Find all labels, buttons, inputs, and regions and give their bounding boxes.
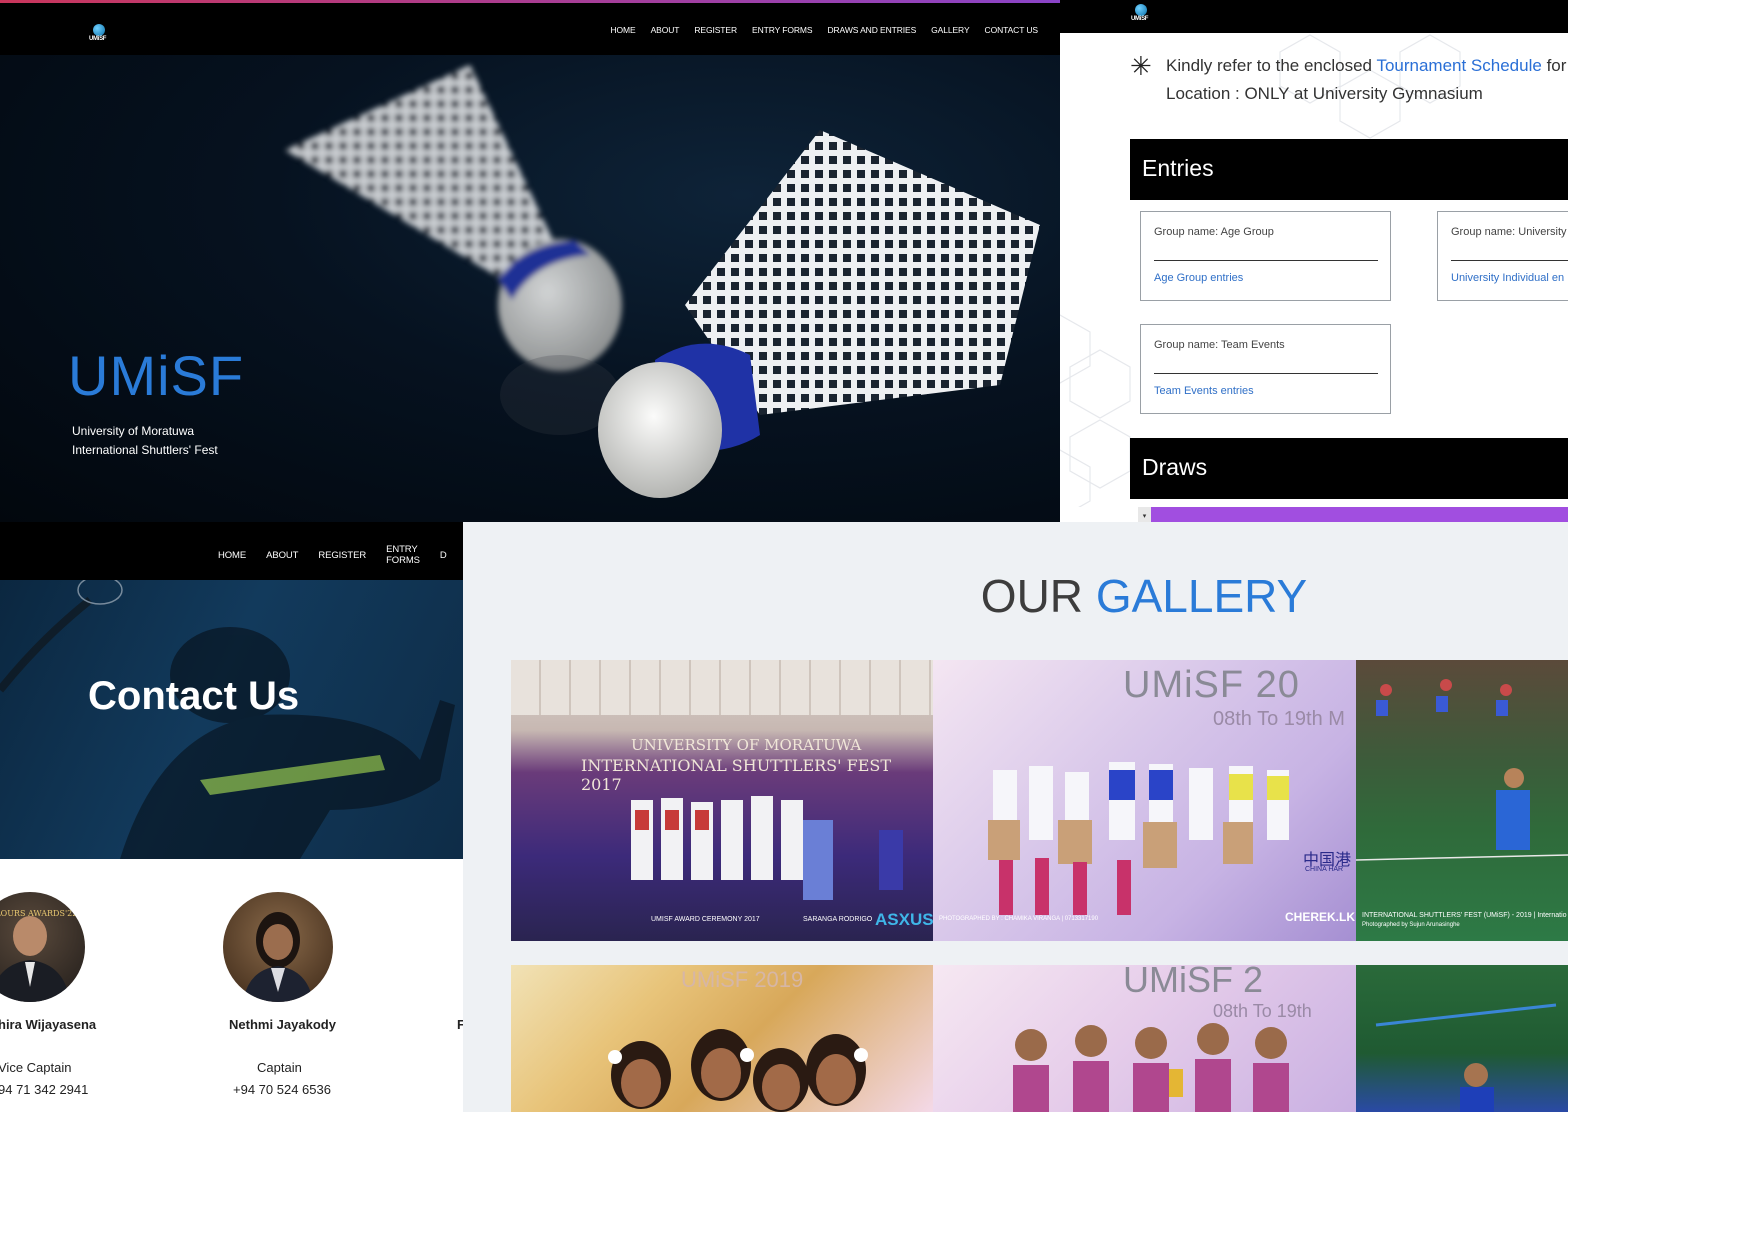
photo-caption: PHOTOGRAPHED BY : CHAMIKA VIRANGA | 0713…	[939, 916, 1099, 922]
gallery-image-court-action[interactable]	[1356, 965, 1568, 1112]
gallery-image-2017-award[interactable]: UNIVERSITY OF MORATUWA INTERNATIONAL SHU…	[511, 660, 933, 941]
banner-text: UMiSF 2	[1123, 965, 1264, 1000]
avatar	[223, 892, 333, 1002]
university-individual-entries-link[interactable]: University Individual en	[1451, 272, 1564, 284]
nav-about[interactable]: ABOUT	[651, 25, 680, 35]
banner-text: 08th To 19th M	[1213, 708, 1345, 730]
asterisk-icon: ✳	[1130, 51, 1152, 81]
contact-us-title: Contact Us	[88, 674, 300, 718]
hero-subtitle-line2: International Shuttlers' Fest	[72, 443, 218, 457]
entry-card-age-group: Group name: Age Group Age Group entries	[1140, 211, 1391, 301]
nav-gallery[interactable]: GALLERY	[931, 25, 969, 35]
nav-draws-and-entries[interactable]: DRAWS AND ENTRIES	[827, 25, 916, 35]
umisf-logo[interactable]: UMiSF	[89, 24, 109, 46]
schedule-notice: Kindly refer to the enclosed Tournament …	[1166, 56, 1566, 76]
purple-footer-strip	[1151, 507, 1568, 522]
colours-awards-badge: COLOURS AWARDS'22	[0, 909, 77, 918]
umisf-logo[interactable]: UMiSF	[1131, 4, 1151, 26]
nav-entry-forms[interactable]: ENTRY FORMS	[752, 25, 813, 35]
banner-text: UMiSF 20	[1123, 664, 1300, 706]
award-group-figures	[631, 796, 903, 900]
gallery-image-kids-ceremony[interactable]: UMiSF 20 08th To 19th M 中国港 CHINA HAR PH…	[933, 660, 1356, 941]
person-phone[interactable]: 94 71 342 2941	[0, 1082, 88, 1097]
gallery-panel: OUR GALLERY UNIVERSITY OF MORATUWA INTER…	[463, 522, 1568, 1112]
notice-suffix: for	[1546, 56, 1567, 75]
person-name: hira Wijayasena	[0, 1017, 97, 1032]
group-name: Group name: University	[1451, 226, 1567, 238]
photo-caption: INTERNATIONAL SHUTTLERS' FEST (UMiSF) - …	[1362, 912, 1567, 919]
nav-register[interactable]: REGISTER	[318, 550, 366, 561]
nav-contact-us[interactable]: CONTACT US	[985, 25, 1039, 35]
contact-banner-image	[0, 575, 463, 859]
gallery-title-word2: GALLERY	[1095, 570, 1308, 622]
hero-panel: UMiSF HOME ABOUT REGISTER ENTRY FORMS DR…	[0, 0, 1060, 522]
photographer-credit: SARANGA RODRIGO	[803, 916, 873, 923]
nav-entry-forms[interactable]: ENTRY FORMS	[386, 544, 420, 566]
draws-heading-band: Draws	[1130, 438, 1568, 499]
shuttle-ball-icon	[1135, 4, 1147, 16]
person-role: Vice Captain	[0, 1060, 72, 1075]
logo-text: UMiSF	[89, 36, 107, 42]
banner-text: UMiSF 2019	[681, 967, 804, 992]
divider	[1451, 260, 1568, 261]
person-photo	[243, 912, 313, 1002]
entries-topbar: UMiSF	[1060, 0, 1568, 33]
court-players	[1356, 679, 1568, 861]
person-photo: COLOURS AWARDS'22	[0, 909, 77, 1002]
person-role: Captain	[257, 1060, 302, 1075]
gallery-image-medal-winners[interactable]: UMiSF 2 08th To 19th	[933, 965, 1356, 1112]
age-group-entries-link[interactable]: Age Group entries	[1154, 272, 1243, 284]
avatar: COLOURS AWARDS'22	[0, 892, 85, 1002]
court-action-players	[1375, 1003, 1557, 1112]
gallery-image-match-play[interactable]: INTERNATIONAL SHUTTLERS' FEST (UMiSF) - …	[1356, 660, 1568, 941]
sponsor-logo: ASXUS	[875, 910, 933, 929]
nav-draws-truncated[interactable]: D	[440, 550, 447, 561]
gallery-image-team-smiles[interactable]: UMiSF 2019	[511, 965, 933, 1112]
nav-menu: HOME ABOUT REGISTER ENTRY FORMS DRAWS AN…	[595, 25, 1038, 35]
top-navbar: UMiSF HOME ABOUT REGISTER ENTRY FORMS DR…	[0, 3, 1060, 55]
contact-navbar: HOME ABOUT REGISTER ENTRY FORMS D	[0, 522, 463, 580]
entries-heading-band: Entries	[1130, 139, 1568, 200]
divider	[1154, 260, 1378, 261]
children-group-figures	[988, 762, 1289, 915]
person-name: Nethmi Jayakody	[229, 1017, 336, 1032]
team-events-entries-link[interactable]: Team Events entries	[1154, 385, 1254, 397]
notice-prefix: Kindly refer to the enclosed	[1166, 56, 1373, 75]
tournament-schedule-link[interactable]: Tournament Schedule	[1376, 56, 1541, 75]
draws-heading: Draws	[1142, 454, 1208, 480]
contact-panel: HOME ABOUT REGISTER ENTRY FORMS D Contac…	[0, 522, 463, 1112]
hero-brand-title: UMiSF	[68, 344, 245, 407]
shuttle-ball-icon	[93, 24, 105, 36]
entry-card-university: Group name: University University Indivi…	[1437, 211, 1568, 301]
divider	[1154, 373, 1378, 374]
photo-caption: UMISF AWARD CEREMONY 2017	[651, 916, 760, 923]
nav-menu: HOME ABOUT REGISTER ENTRY FORMS D	[218, 544, 463, 566]
banner-text: 08th To 19th	[1213, 1001, 1312, 1021]
person-phone[interactable]: +94 70 524 6536	[233, 1082, 331, 1097]
entries-heading: Entries	[1142, 155, 1214, 181]
badminton-player-silhouette	[0, 575, 455, 859]
photographer-credit: Photographed by Sujun Arunasinghe	[1362, 922, 1460, 928]
location-text: Location : ONLY at University Gymnasium	[1166, 84, 1483, 103]
hero-subtitle-line1: University of Moratuwa	[72, 424, 195, 438]
banner-text: UNIVERSITY OF MORATUWA	[631, 736, 862, 754]
entry-card-team-events: Group name: Team Events Team Events entr…	[1140, 324, 1391, 414]
logo-text: UMiSF	[1131, 16, 1149, 22]
nav-register[interactable]: REGISTER	[694, 25, 737, 35]
entries-panel: UMiSF ✳ Kindly refer to the enclosed Tou…	[1060, 0, 1568, 507]
group-name: Group name: Team Events	[1154, 339, 1285, 351]
gallery-title-word1: OUR	[980, 570, 1084, 622]
group-name: Group name: Age Group	[1154, 226, 1274, 238]
gallery-title: OUR GALLERY	[463, 569, 1568, 623]
nav-home[interactable]: HOME	[218, 550, 246, 561]
ceiling	[511, 660, 933, 715]
photographer-credit: CHEREK.LK	[1285, 910, 1356, 924]
nav-home[interactable]: HOME	[610, 25, 635, 35]
scroll-down-arrow-icon[interactable]: ▾	[1138, 507, 1151, 522]
nav-about[interactable]: ABOUT	[266, 550, 298, 561]
